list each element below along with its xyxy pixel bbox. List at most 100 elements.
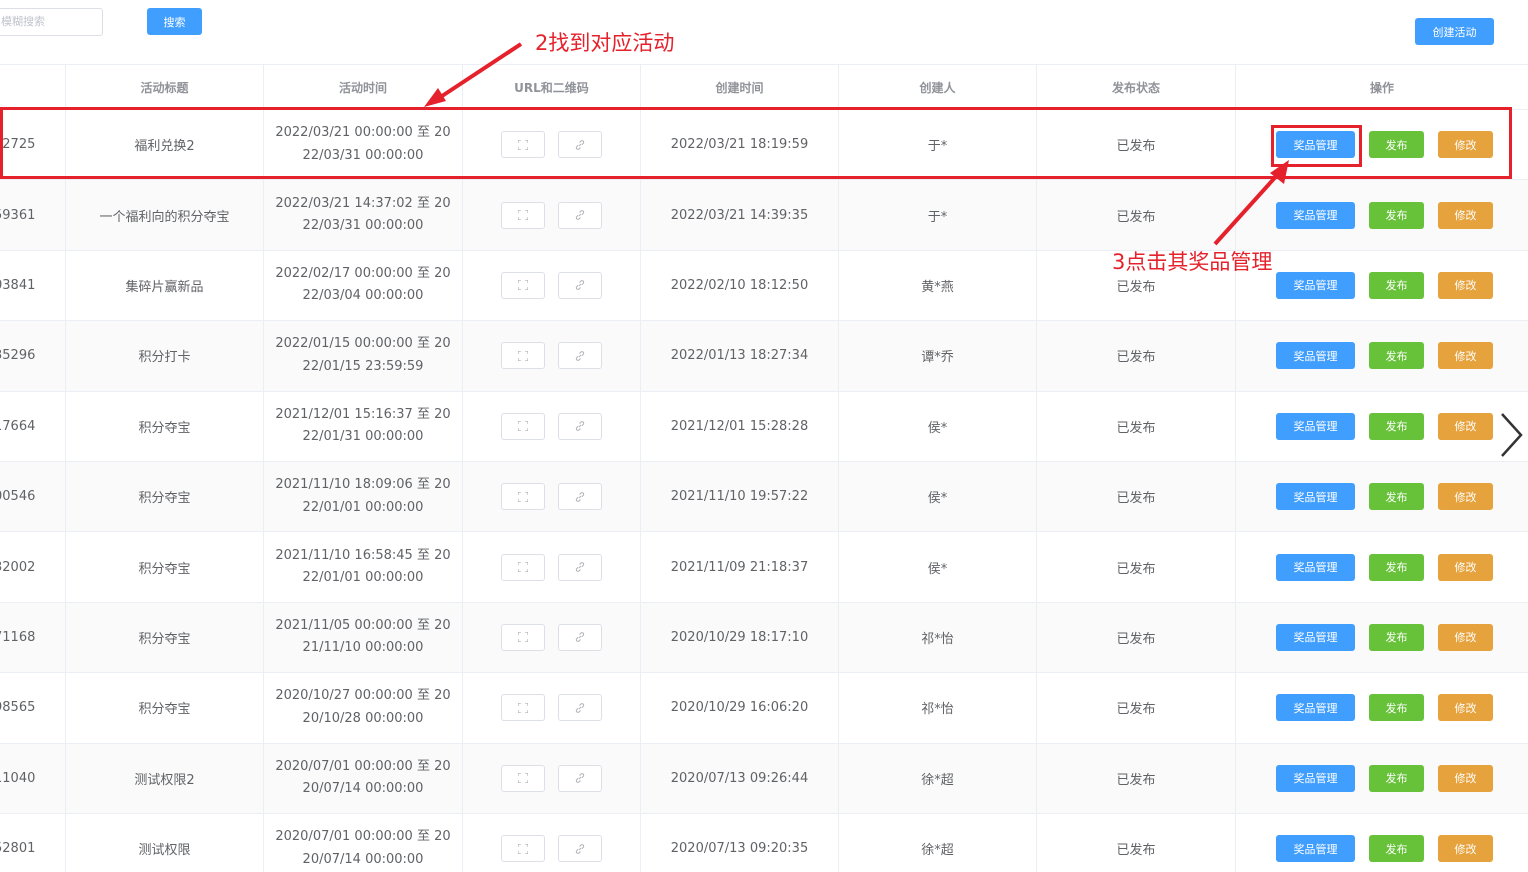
qrcode-icon[interactable]	[501, 764, 545, 792]
creator: 黄*燕	[921, 279, 954, 295]
link-icon[interactable]	[558, 271, 602, 299]
created-time: 2021/11/09 21:18:37	[670, 559, 809, 575]
edit-button[interactable]: 修改	[1438, 764, 1493, 792]
activity-title: 积分夺宝	[138, 420, 191, 436]
header-time: 活动时间	[264, 65, 463, 109]
search-input[interactable]: 模糊搜索	[0, 8, 103, 36]
publish-button[interactable]: 发布	[1369, 623, 1424, 651]
prize-management-button[interactable]: 奖品管理	[1276, 342, 1355, 370]
prize-management-button[interactable]: 奖品管理	[1276, 764, 1355, 792]
table-row: 71168 积分夺宝 2021/11/05 00:00:00 至 2021/11…	[0, 602, 1528, 674]
edit-button[interactable]: 修改	[1438, 623, 1493, 651]
publish-button[interactable]: 发布	[1369, 131, 1424, 159]
edit-button[interactable]: 修改	[1438, 342, 1493, 370]
activity-title: 测试权限	[138, 843, 191, 859]
activity-id: 98565	[0, 700, 36, 716]
link-icon[interactable]	[558, 483, 602, 511]
table-row: 32002 积分夺宝 2021/11/10 16:58:45 至 2022/01…	[0, 532, 1528, 603]
activity-time: 2022/01/15 00:00:00 至 2022/01/15 23:59:5…	[275, 336, 451, 374]
activity-time: 2021/11/10 16:58:45 至 2022/01/01 00:00:0…	[275, 547, 451, 586]
activity-title: 积分夺宝	[138, 702, 191, 718]
created-time: 2022/01/13 18:27:34	[670, 348, 809, 364]
edit-button[interactable]: 修改	[1438, 131, 1493, 159]
publish-button[interactable]: 发布	[1369, 483, 1424, 511]
prize-management-button[interactable]: 奖品管理	[1276, 623, 1355, 651]
edit-button[interactable]: 修改	[1438, 694, 1493, 722]
link-icon[interactable]	[558, 553, 602, 581]
prize-management-button[interactable]: 奖品管理	[1276, 553, 1355, 581]
link-icon[interactable]	[558, 694, 602, 722]
prize-management-button[interactable]: 奖品管理	[1276, 412, 1355, 440]
activity-time: 2022/02/17 00:00:00 至 2022/03/04 00:00:0…	[275, 265, 451, 304]
status-badge: 已发布	[1116, 772, 1156, 788]
qrcode-icon[interactable]	[501, 412, 545, 440]
creator: 徐*超	[921, 772, 954, 788]
qrcode-icon[interactable]	[501, 131, 545, 159]
created-time: 2022/02/10 18:12:50	[670, 277, 809, 293]
activity-id: 35296	[0, 348, 36, 364]
publish-button[interactable]: 发布	[1369, 271, 1424, 299]
created-time: 2020/10/29 18:17:10	[670, 629, 809, 645]
publish-button[interactable]: 发布	[1369, 553, 1424, 581]
edit-button[interactable]: 修改	[1438, 412, 1493, 440]
creator: 于*	[927, 209, 948, 225]
link-icon[interactable]	[558, 342, 602, 370]
chevron-right-icon[interactable]	[1497, 412, 1525, 458]
edit-button[interactable]: 修改	[1438, 201, 1493, 229]
publish-button[interactable]: 发布	[1369, 412, 1424, 440]
link-icon[interactable]	[558, 764, 602, 792]
link-icon[interactable]	[558, 835, 602, 863]
status-badge: 已发布	[1116, 350, 1156, 366]
status-badge: 已发布	[1116, 702, 1156, 718]
creator: 祁*怡	[921, 631, 954, 647]
header-created-time: 创建时间	[641, 65, 839, 109]
created-time: 2021/12/01 15:28:28	[670, 418, 809, 434]
activity-title: 福利兑换2	[134, 139, 195, 155]
edit-button[interactable]: 修改	[1438, 835, 1493, 863]
activity-title: 积分打卡	[138, 350, 191, 366]
qrcode-icon[interactable]	[501, 835, 545, 863]
activity-title: 测试权限2	[134, 772, 195, 788]
activity-time: 2021/11/10 18:09:06 至 2022/01/01 00:00:0…	[275, 477, 451, 515]
status-badge: 已发布	[1116, 631, 1156, 647]
activity-id: 71168	[0, 629, 36, 645]
edit-button[interactable]: 修改	[1438, 271, 1493, 299]
link-icon[interactable]	[558, 131, 602, 159]
prize-management-button[interactable]: 奖品管理	[1276, 201, 1355, 229]
publish-button[interactable]: 发布	[1369, 201, 1424, 229]
edit-button[interactable]: 修改	[1438, 483, 1493, 511]
link-icon[interactable]	[558, 201, 602, 229]
activity-id: 17664	[0, 418, 36, 434]
search-button[interactable]: 搜索	[147, 8, 202, 35]
creator: 侯*	[927, 561, 948, 577]
status-badge: 已发布	[1116, 279, 1156, 295]
create-activity-button[interactable]: 创建活动	[1415, 18, 1494, 45]
prize-management-button[interactable]: 奖品管理	[1276, 131, 1355, 159]
prize-management-button[interactable]: 奖品管理	[1276, 694, 1355, 722]
qrcode-icon[interactable]	[501, 694, 545, 722]
qrcode-icon[interactable]	[501, 201, 545, 229]
publish-button[interactable]: 发布	[1369, 694, 1424, 722]
table-row: 00546 积分夺宝 2021/11/10 18:09:06 至 2022/01…	[0, 461, 1528, 533]
publish-button[interactable]: 发布	[1369, 342, 1424, 370]
table-header: 活动标题 活动时间 URL和二维码 创建时间 创建人 发布状态 操作	[0, 64, 1528, 110]
prize-management-button[interactable]: 奖品管理	[1276, 835, 1355, 863]
qrcode-icon[interactable]	[501, 271, 545, 299]
qrcode-icon[interactable]	[501, 483, 545, 511]
qrcode-icon[interactable]	[501, 342, 545, 370]
activity-time: 2021/11/05 00:00:00 至 2021/11/10 00:00:0…	[275, 617, 451, 656]
created-time: 2022/03/21 18:19:59	[670, 137, 809, 153]
prize-management-button[interactable]: 奖品管理	[1276, 483, 1355, 511]
publish-button[interactable]: 发布	[1369, 835, 1424, 863]
activity-table: 活动标题 活动时间 URL和二维码 创建时间 创建人 发布状态 操作 62725…	[0, 64, 1528, 872]
activity-time: 2020/07/01 00:00:00 至 2020/07/14 00:00:0…	[275, 758, 451, 797]
creator: 侯*	[927, 420, 948, 436]
link-icon[interactable]	[558, 623, 602, 651]
qrcode-icon[interactable]	[501, 553, 545, 581]
publish-button[interactable]: 发布	[1369, 764, 1424, 792]
status-badge: 已发布	[1116, 139, 1156, 155]
prize-management-button[interactable]: 奖品管理	[1276, 271, 1355, 299]
link-icon[interactable]	[558, 412, 602, 440]
edit-button[interactable]: 修改	[1438, 553, 1493, 581]
qrcode-icon[interactable]	[501, 623, 545, 651]
